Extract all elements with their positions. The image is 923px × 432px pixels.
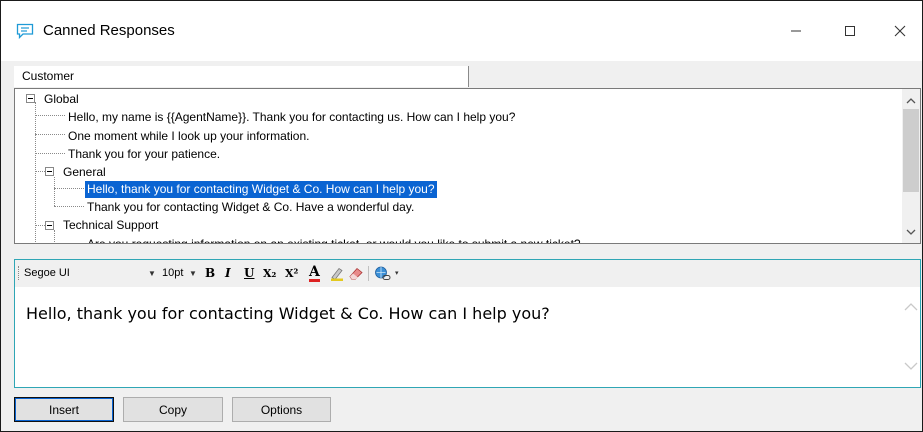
underline-button[interactable]: U bbox=[244, 265, 254, 282]
formatting-toolbar: Segoe UI ▼ 10pt ▼ B I U X₂ X² A ▾ bbox=[15, 260, 920, 287]
scroll-thumb[interactable] bbox=[903, 109, 919, 192]
tree-line bbox=[35, 102, 36, 243]
tree-line bbox=[54, 206, 84, 207]
column-header-filler bbox=[469, 66, 921, 87]
tree-item[interactable]: Thank you for your patience. bbox=[66, 146, 222, 163]
tree-node-label: Global bbox=[44, 92, 79, 106]
tree-item-selected[interactable]: Hello, thank you for contacting Widget &… bbox=[85, 181, 437, 198]
chevron-up-icon bbox=[906, 97, 916, 103]
collapse-technical-support-icon[interactable] bbox=[45, 221, 54, 230]
scroll-up-button[interactable] bbox=[902, 91, 920, 109]
subscript-button[interactable]: X₂ bbox=[263, 265, 276, 282]
tree-item-label: Are you requesting information on an exi… bbox=[87, 237, 581, 244]
column-header-customer[interactable]: Customer bbox=[14, 66, 469, 87]
chat-bubble-icon bbox=[16, 23, 34, 39]
tree-line bbox=[54, 230, 55, 243]
canned-responses-window: Canned Responses Customer Global Hello, … bbox=[0, 0, 923, 432]
tree-node-technical-support[interactable]: Technical Support bbox=[61, 217, 160, 234]
tree-line bbox=[54, 188, 84, 189]
insert-button[interactable]: Insert bbox=[14, 397, 114, 422]
maximize-button[interactable] bbox=[827, 15, 873, 47]
tree-item-label: Hello, my name is {{AgentName}}. Thank y… bbox=[68, 110, 516, 124]
collapse-general-icon[interactable] bbox=[45, 167, 54, 176]
close-icon bbox=[894, 25, 906, 37]
tree-item[interactable]: Thank you for contacting Widget & Co. Ha… bbox=[85, 199, 416, 216]
tree-item-label: Thank you for your patience. bbox=[68, 147, 221, 161]
close-button[interactable] bbox=[877, 15, 923, 47]
highlight-icon[interactable] bbox=[329, 265, 345, 282]
tree-node-global[interactable]: Global bbox=[42, 91, 81, 108]
toolbar-separator bbox=[368, 266, 369, 281]
tree-node-label: General bbox=[63, 165, 106, 179]
tree-item-label: One moment while I look up your informat… bbox=[68, 129, 310, 143]
tree-scrollbar[interactable] bbox=[902, 89, 920, 243]
tree-line bbox=[35, 153, 65, 154]
font-name-dropdown-arrow[interactable]: ▼ bbox=[148, 265, 156, 282]
chevron-down-icon bbox=[906, 229, 916, 235]
tree-item-label: Thank you for contacting Widget & Co. Ha… bbox=[87, 200, 415, 214]
eraser-icon[interactable] bbox=[348, 265, 364, 282]
tree-item[interactable]: One moment while I look up your informat… bbox=[66, 128, 311, 145]
font-size-dropdown[interactable]: 10pt bbox=[162, 265, 183, 282]
italic-button[interactable]: I bbox=[225, 265, 231, 282]
tree-line bbox=[54, 177, 55, 206]
tree-node-label: Technical Support bbox=[63, 218, 159, 232]
toolbar-overflow-icon[interactable]: ▾ bbox=[395, 265, 399, 282]
tree-node-general[interactable]: General bbox=[61, 164, 108, 181]
editor-body-text[interactable]: Hello, thank you for contacting Widget &… bbox=[26, 304, 550, 323]
options-button[interactable]: Options bbox=[232, 397, 331, 422]
font-name-dropdown[interactable]: Segoe UI bbox=[24, 265, 70, 282]
responses-tree[interactable]: Global Hello, my name is {{AgentName}}. … bbox=[15, 89, 900, 243]
copy-button[interactable]: Copy bbox=[123, 397, 223, 422]
tree-item[interactable]: Hello, my name is {{AgentName}}. Thank y… bbox=[66, 109, 517, 126]
collapse-global-icon[interactable] bbox=[26, 94, 35, 103]
maximize-icon bbox=[845, 26, 855, 36]
bold-button[interactable]: B bbox=[205, 265, 215, 282]
window-title: Canned Responses bbox=[43, 22, 175, 39]
minimize-icon bbox=[791, 30, 801, 32]
chevron-down-icon[interactable] bbox=[904, 362, 918, 371]
editor-scrollbar[interactable] bbox=[902, 288, 919, 387]
chevron-up-icon[interactable] bbox=[904, 302, 918, 311]
minimize-button[interactable] bbox=[773, 15, 819, 47]
toolbar-grip[interactable] bbox=[18, 266, 20, 280]
tree-item[interactable]: Are you requesting information on an exi… bbox=[85, 236, 583, 244]
font-color-button[interactable]: A bbox=[309, 264, 320, 282]
response-editor: Segoe UI ▼ 10pt ▼ B I U X₂ X² A ▾ Hello,… bbox=[14, 259, 921, 388]
responses-tree-panel: Global Hello, my name is {{AgentName}}. … bbox=[14, 88, 921, 244]
superscript-button[interactable]: X² bbox=[285, 265, 298, 282]
tree-item-label: Hello, thank you for contacting Widget &… bbox=[85, 181, 437, 198]
tree-line bbox=[35, 115, 65, 116]
tree-line bbox=[35, 134, 65, 135]
title-bar: Canned Responses bbox=[1, 1, 922, 61]
font-size-dropdown-arrow[interactable]: ▼ bbox=[189, 265, 197, 282]
scroll-down-button[interactable] bbox=[902, 223, 920, 241]
insert-link-icon[interactable] bbox=[374, 265, 392, 282]
